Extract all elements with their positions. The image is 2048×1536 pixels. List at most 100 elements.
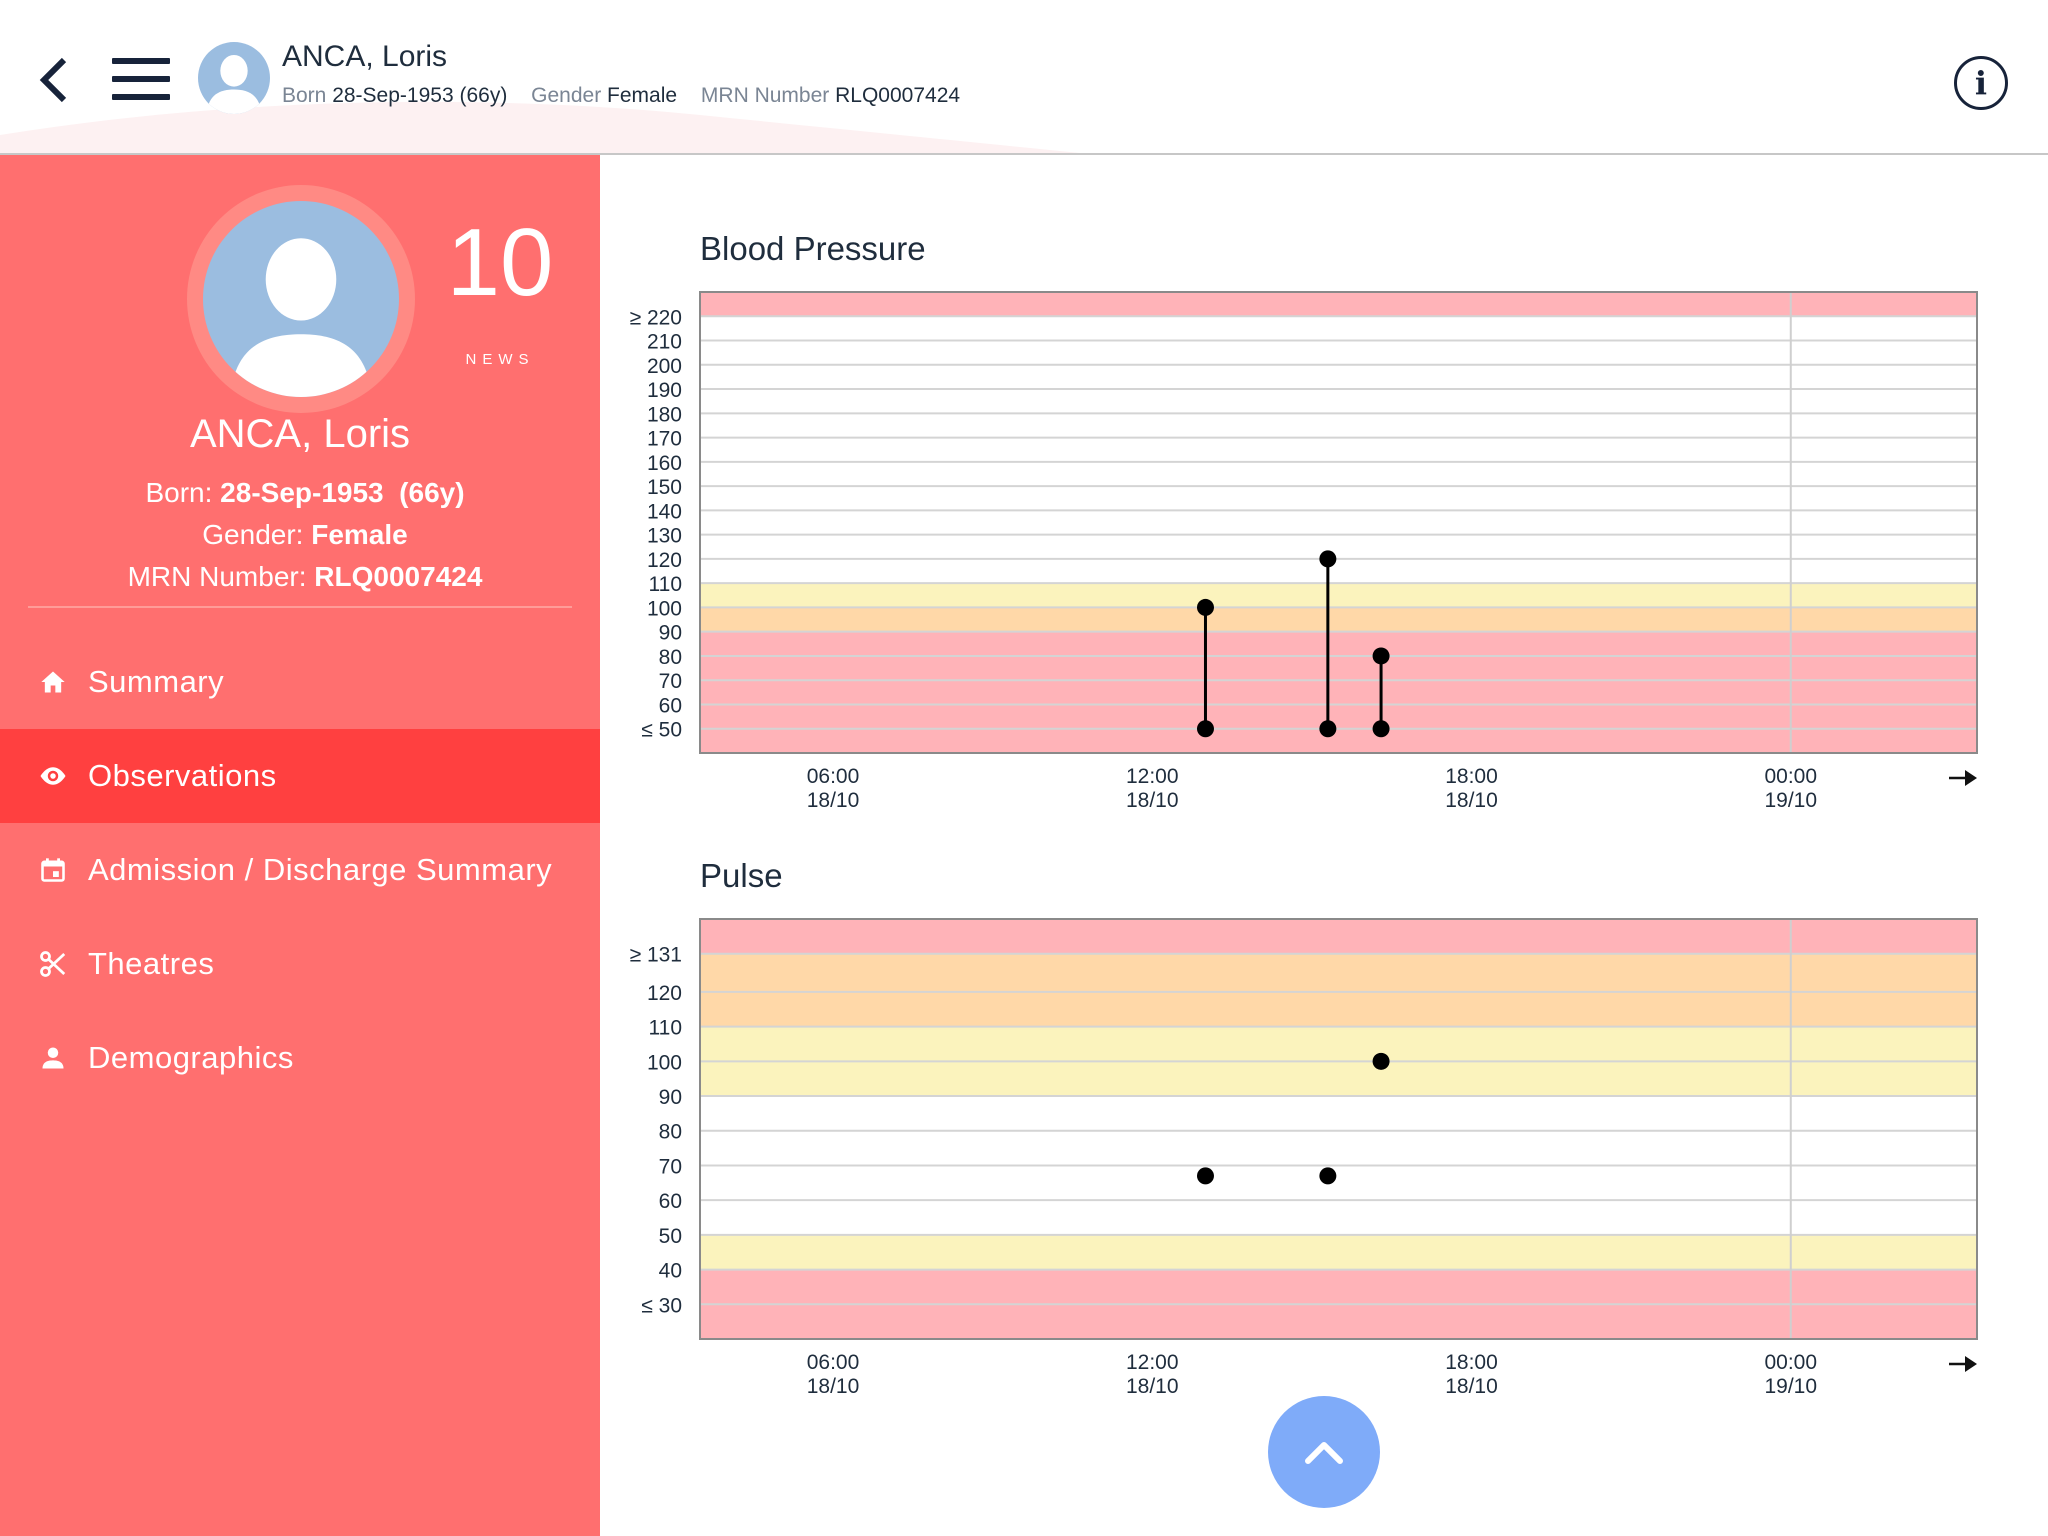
- pulse-point: [1372, 1052, 1390, 1070]
- nav-label: Demographics: [88, 1040, 294, 1075]
- y-tick-label: ≤ 50: [641, 719, 682, 742]
- header-patient-name: ANCA, Loris: [282, 40, 448, 73]
- nav-item-observations[interactable]: Observations: [0, 729, 600, 823]
- profile-gender: Gender: Female: [0, 519, 610, 551]
- profile-patient-name: ANCA, Loris: [189, 412, 411, 456]
- profile-born-label: Born:: [145, 477, 213, 508]
- y-tick-label: 100: [647, 597, 682, 620]
- y-tick-label: 60: [659, 1190, 682, 1213]
- arrow-right-icon: [1965, 1356, 1977, 1372]
- x-tick-date-label: 19/10: [1764, 1375, 1817, 1398]
- nav-label: Summary: [88, 664, 225, 699]
- y-tick-label: 100: [647, 1051, 682, 1074]
- diastolic-point: [1319, 720, 1337, 738]
- person-icon: [38, 1043, 68, 1073]
- home-icon: [38, 667, 68, 697]
- chevron-left-icon: [39, 57, 67, 103]
- nav-label: Admission / Discharge Summary: [88, 852, 553, 887]
- y-tick-label: 130: [647, 525, 682, 548]
- x-tick-time-label: 06:00: [807, 1351, 860, 1374]
- y-tick-label: 110: [649, 573, 682, 596]
- x-tick-date-label: 18/10: [1445, 1375, 1498, 1398]
- systolic-point: [1196, 598, 1214, 616]
- user-avatar-icon: [198, 42, 270, 114]
- scissors-icon: [38, 949, 68, 979]
- header-gender-label: Gender: [531, 84, 602, 107]
- range-band: [700, 953, 1977, 1027]
- diastolic-point: [1372, 720, 1390, 738]
- x-tick-date-label: 18/10: [807, 1375, 860, 1398]
- profile-divider: [28, 606, 572, 608]
- header-born-label: Born: [282, 84, 327, 107]
- systolic-point: [1372, 647, 1390, 665]
- profile-mrn: MRN Number: RLQ0007424: [0, 561, 610, 593]
- y-tick-label: ≤ 30: [641, 1294, 682, 1317]
- blood-pressure-chart: ≥ 22021020019018017016015014013012011010…: [630, 291, 1978, 812]
- x-tick-time-label: 00:00: [1764, 1351, 1817, 1374]
- y-tick-label: 150: [647, 476, 682, 499]
- y-tick-label: 170: [647, 428, 682, 451]
- y-tick-label: 70: [659, 1155, 682, 1178]
- systolic-point: [1319, 550, 1337, 568]
- x-tick-time-label: 12:00: [1126, 1351, 1179, 1374]
- y-tick-label: 110: [649, 1017, 682, 1040]
- range-band: [700, 919, 1977, 954]
- back-button[interactable]: [28, 50, 80, 110]
- profile-mrn-label: MRN Number:: [127, 561, 307, 592]
- nav-label: Observations: [88, 758, 277, 793]
- nav-item-summary[interactable]: Summary: [0, 635, 600, 729]
- y-tick-label: 90: [659, 1086, 682, 1109]
- nav-item-demographics[interactable]: Demographics: [0, 1011, 600, 1105]
- x-tick-date-label: 19/10: [1764, 789, 1817, 812]
- scroll-to-top-button[interactable]: [1268, 1396, 1380, 1508]
- profile-mrn-value: RLQ0007424: [314, 561, 483, 592]
- header-mrn-label: MRN Number: [700, 84, 830, 107]
- pulse-chart: ≥ 131120110100908070605040≤ 3006:0018/10…: [630, 918, 1978, 1398]
- y-tick-label: 80: [659, 646, 682, 669]
- profile-born-age: (66y): [399, 477, 465, 508]
- y-tick-label: 200: [647, 355, 682, 378]
- chevron-up-icon: [1305, 1442, 1343, 1464]
- menu-button[interactable]: [108, 52, 174, 108]
- y-tick-label: 40: [659, 1260, 682, 1283]
- news-score: 10: [446, 209, 554, 316]
- nav-item-admission-discharge[interactable]: Admission / Discharge Summary: [0, 823, 600, 917]
- profile-born-date: 28-Sep-1953: [220, 477, 384, 508]
- sidebar: 10 NEWS ANCA, Loris Born: 28-Sep-1953 (6…: [0, 155, 600, 1536]
- calendar-icon: [38, 855, 68, 885]
- header-avatar[interactable]: [198, 42, 270, 114]
- y-tick-label: 80: [659, 1121, 682, 1144]
- x-tick-time-label: 00:00: [1764, 765, 1817, 788]
- range-band: [700, 583, 1977, 608]
- range-band: [700, 728, 1977, 753]
- nav-label: Theatres: [88, 946, 215, 981]
- profile-gender-value: Female: [311, 519, 408, 550]
- eye-icon: [38, 761, 68, 791]
- x-tick-date-label: 18/10: [1126, 1375, 1179, 1398]
- profile-gender-label: Gender:: [202, 519, 304, 550]
- pulse-chart-title: Pulse: [700, 857, 783, 894]
- y-tick-label: 210: [647, 331, 682, 354]
- x-tick-time-label: 18:00: [1445, 765, 1498, 788]
- user-avatar-icon: [203, 201, 399, 397]
- hamburger-icon: [112, 58, 170, 64]
- x-tick-time-label: 06:00: [807, 765, 860, 788]
- x-tick-date-label: 18/10: [1126, 789, 1179, 812]
- info-icon: i: [1974, 64, 1988, 102]
- x-tick-time-label: 12:00: [1126, 765, 1179, 788]
- y-tick-label: 120: [647, 549, 682, 572]
- pulse-point: [1196, 1167, 1214, 1185]
- news-label: NEWS: [465, 351, 535, 368]
- arrow-right-icon: [1965, 770, 1977, 786]
- hamburger-icon: [112, 76, 170, 82]
- range-band: [700, 607, 1977, 632]
- y-tick-label: 120: [647, 982, 682, 1005]
- y-tick-label: 90: [659, 622, 682, 645]
- y-tick-label: 140: [647, 500, 682, 523]
- y-tick-label: 70: [659, 670, 682, 693]
- y-tick-label: ≥ 220: [630, 306, 682, 329]
- nav-item-theatres[interactable]: Theatres: [0, 917, 600, 1011]
- header-mrn-value: RLQ0007424: [835, 84, 961, 107]
- info-button[interactable]: i: [1954, 56, 2008, 110]
- hamburger-icon: [112, 94, 170, 100]
